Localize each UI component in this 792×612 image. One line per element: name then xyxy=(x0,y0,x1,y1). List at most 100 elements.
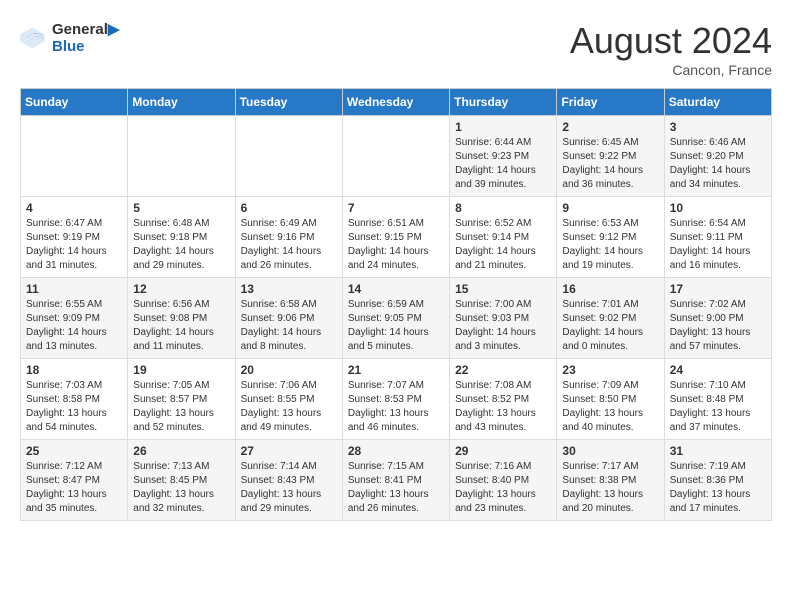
calendar-cell: 1 Sunrise: 6:44 AM Sunset: 9:23 PM Daylig… xyxy=(450,116,557,197)
calendar-cell: 27 Sunrise: 7:14 AM Sunset: 8:43 PM Dayli… xyxy=(235,440,342,521)
calendar-table: SundayMondayTuesdayWednesdayThursdayFrid… xyxy=(20,88,772,521)
calendar-week-3: 11Sunrise: 6:55 AM Sunset: 9:09 PM Dayli… xyxy=(21,278,772,359)
day-number: 16 xyxy=(562,282,658,296)
header-monday: Monday xyxy=(128,89,235,116)
calendar-cell: 16 Sunrise: 7:01 AM Sunset: 9:02 PM Dayli… xyxy=(557,278,664,359)
day-info: Sunrise: 7:13 AM Sunset: 8:45 PM Dayligh… xyxy=(133,460,229,516)
day-number: 17 xyxy=(670,282,766,296)
calendar-cell: 7 Sunrise: 6:51 AM Sunset: 9:15 PM Daylig… xyxy=(342,197,449,278)
day-info: Sunrise: 7:00 AM Sunset: 9:03 PM Dayligh… xyxy=(455,298,551,354)
calendar-cell: 28 Sunrise: 7:15 AM Sunset: 8:41 PM Dayli… xyxy=(342,440,449,521)
day-number: 25 xyxy=(26,444,122,458)
day-info: Sunrise: 7:14 AM Sunset: 8:43 PM Dayligh… xyxy=(241,460,337,516)
calendar-cell: 23 Sunrise: 7:09 AM Sunset: 8:50 PM Dayli… xyxy=(557,359,664,440)
day-number: 30 xyxy=(562,444,658,458)
day-number: 18 xyxy=(26,363,122,377)
day-number: 10 xyxy=(670,201,766,215)
day-info: Sunrise: 6:47 AM Sunset: 9:19 PM Dayligh… xyxy=(26,217,122,273)
day-number: 27 xyxy=(241,444,337,458)
calendar-cell: 17 Sunrise: 7:02 AM Sunset: 9:00 PM Dayli… xyxy=(664,278,771,359)
day-info: Sunrise: 7:01 AM Sunset: 9:02 PM Dayligh… xyxy=(562,298,658,354)
calendar-cell: 6 Sunrise: 6:49 AM Sunset: 9:16 PM Daylig… xyxy=(235,197,342,278)
day-number: 8 xyxy=(455,201,551,215)
calendar-header-row: SundayMondayTuesdayWednesdayThursdayFrid… xyxy=(21,89,772,116)
calendar-cell: 24Sunrise: 7:10 AM Sunset: 8:48 PM Dayli… xyxy=(664,359,771,440)
calendar-cell: 10 Sunrise: 6:54 AM Sunset: 9:11 PM Dayli… xyxy=(664,197,771,278)
calendar-cell xyxy=(21,116,128,197)
header-wednesday: Wednesday xyxy=(342,89,449,116)
calendar-cell: 26 Sunrise: 7:13 AM Sunset: 8:45 PM Dayli… xyxy=(128,440,235,521)
logo-icon xyxy=(20,24,48,52)
day-info: Sunrise: 6:51 AM Sunset: 9:15 PM Dayligh… xyxy=(348,217,444,273)
day-number: 22 xyxy=(455,363,551,377)
day-info: Sunrise: 6:53 AM Sunset: 9:12 PM Dayligh… xyxy=(562,217,658,273)
day-number: 31 xyxy=(670,444,766,458)
calendar-cell xyxy=(342,116,449,197)
calendar-cell: 22 Sunrise: 7:08 AM Sunset: 8:52 PM Dayli… xyxy=(450,359,557,440)
day-number: 5 xyxy=(133,201,229,215)
calendar-cell: 14Sunrise: 6:59 AM Sunset: 9:05 PM Dayli… xyxy=(342,278,449,359)
calendar-cell: 25Sunrise: 7:12 AM Sunset: 8:47 PM Dayli… xyxy=(21,440,128,521)
page-header: General▶ Blue August 2024 Cancon, France xyxy=(20,20,772,78)
day-info: Sunrise: 7:16 AM Sunset: 8:40 PM Dayligh… xyxy=(455,460,551,516)
day-number: 23 xyxy=(562,363,658,377)
calendar-cell xyxy=(235,116,342,197)
header-friday: Friday xyxy=(557,89,664,116)
day-info: Sunrise: 7:08 AM Sunset: 8:52 PM Dayligh… xyxy=(455,379,551,435)
day-info: Sunrise: 7:03 AM Sunset: 8:58 PM Dayligh… xyxy=(26,379,122,435)
day-number: 4 xyxy=(26,201,122,215)
calendar-cell: 3Sunrise: 6:46 AM Sunset: 9:20 PM Daylig… xyxy=(664,116,771,197)
title-block: August 2024 Cancon, France xyxy=(570,20,772,78)
day-info: Sunrise: 6:45 AM Sunset: 9:22 PM Dayligh… xyxy=(562,136,658,192)
day-number: 26 xyxy=(133,444,229,458)
calendar-week-4: 18 Sunrise: 7:03 AM Sunset: 8:58 PM Dayli… xyxy=(21,359,772,440)
logo-text: General▶ Blue xyxy=(52,20,119,55)
day-info: Sunrise: 7:17 AM Sunset: 8:38 PM Dayligh… xyxy=(562,460,658,516)
day-number: 6 xyxy=(241,201,337,215)
header-saturday: Saturday xyxy=(664,89,771,116)
calendar-cell: 18 Sunrise: 7:03 AM Sunset: 8:58 PM Dayli… xyxy=(21,359,128,440)
calendar-cell: 29 Sunrise: 7:16 AM Sunset: 8:40 PM Dayli… xyxy=(450,440,557,521)
day-info: Sunrise: 7:15 AM Sunset: 8:41 PM Dayligh… xyxy=(348,460,444,516)
calendar-cell: 5Sunrise: 6:48 AM Sunset: 9:18 PM Daylig… xyxy=(128,197,235,278)
day-info: Sunrise: 6:49 AM Sunset: 9:16 PM Dayligh… xyxy=(241,217,337,273)
location: Cancon, France xyxy=(570,62,772,78)
day-info: Sunrise: 6:56 AM Sunset: 9:08 PM Dayligh… xyxy=(133,298,229,354)
day-number: 9 xyxy=(562,201,658,215)
header-tuesday: Tuesday xyxy=(235,89,342,116)
day-info: Sunrise: 6:54 AM Sunset: 9:11 PM Dayligh… xyxy=(670,217,766,273)
day-number: 29 xyxy=(455,444,551,458)
day-number: 7 xyxy=(348,201,444,215)
day-info: Sunrise: 7:02 AM Sunset: 9:00 PM Dayligh… xyxy=(670,298,766,354)
day-number: 13 xyxy=(241,282,337,296)
calendar-cell: 9 Sunrise: 6:53 AM Sunset: 9:12 PM Daylig… xyxy=(557,197,664,278)
day-info: Sunrise: 7:10 AM Sunset: 8:48 PM Dayligh… xyxy=(670,379,766,435)
day-number: 12 xyxy=(133,282,229,296)
day-info: Sunrise: 6:58 AM Sunset: 9:06 PM Dayligh… xyxy=(241,298,337,354)
day-info: Sunrise: 7:09 AM Sunset: 8:50 PM Dayligh… xyxy=(562,379,658,435)
calendar-cell: 4 Sunrise: 6:47 AM Sunset: 9:19 PM Daylig… xyxy=(21,197,128,278)
header-sunday: Sunday xyxy=(21,89,128,116)
day-info: Sunrise: 6:46 AM Sunset: 9:20 PM Dayligh… xyxy=(670,136,766,192)
calendar-cell: 15 Sunrise: 7:00 AM Sunset: 9:03 PM Dayli… xyxy=(450,278,557,359)
calendar-week-2: 4 Sunrise: 6:47 AM Sunset: 9:19 PM Daylig… xyxy=(21,197,772,278)
logo: General▶ Blue xyxy=(20,20,119,55)
calendar-cell xyxy=(128,116,235,197)
day-info: Sunrise: 7:05 AM Sunset: 8:57 PM Dayligh… xyxy=(133,379,229,435)
calendar-cell: 30 Sunrise: 7:17 AM Sunset: 8:38 PM Dayli… xyxy=(557,440,664,521)
day-number: 20 xyxy=(241,363,337,377)
day-number: 19 xyxy=(133,363,229,377)
day-info: Sunrise: 7:06 AM Sunset: 8:55 PM Dayligh… xyxy=(241,379,337,435)
day-number: 1 xyxy=(455,120,551,134)
day-info: Sunrise: 6:44 AM Sunset: 9:23 PM Dayligh… xyxy=(455,136,551,192)
month-title: August 2024 xyxy=(570,20,772,62)
day-info: Sunrise: 6:59 AM Sunset: 9:05 PM Dayligh… xyxy=(348,298,444,354)
day-number: 15 xyxy=(455,282,551,296)
calendar-cell: 31Sunrise: 7:19 AM Sunset: 8:36 PM Dayli… xyxy=(664,440,771,521)
header-thursday: Thursday xyxy=(450,89,557,116)
day-number: 11 xyxy=(26,282,122,296)
day-number: 28 xyxy=(348,444,444,458)
calendar-cell: 19 Sunrise: 7:05 AM Sunset: 8:57 PM Dayli… xyxy=(128,359,235,440)
calendar-cell: 13 Sunrise: 6:58 AM Sunset: 9:06 PM Dayli… xyxy=(235,278,342,359)
calendar-week-1: 1 Sunrise: 6:44 AM Sunset: 9:23 PM Daylig… xyxy=(21,116,772,197)
